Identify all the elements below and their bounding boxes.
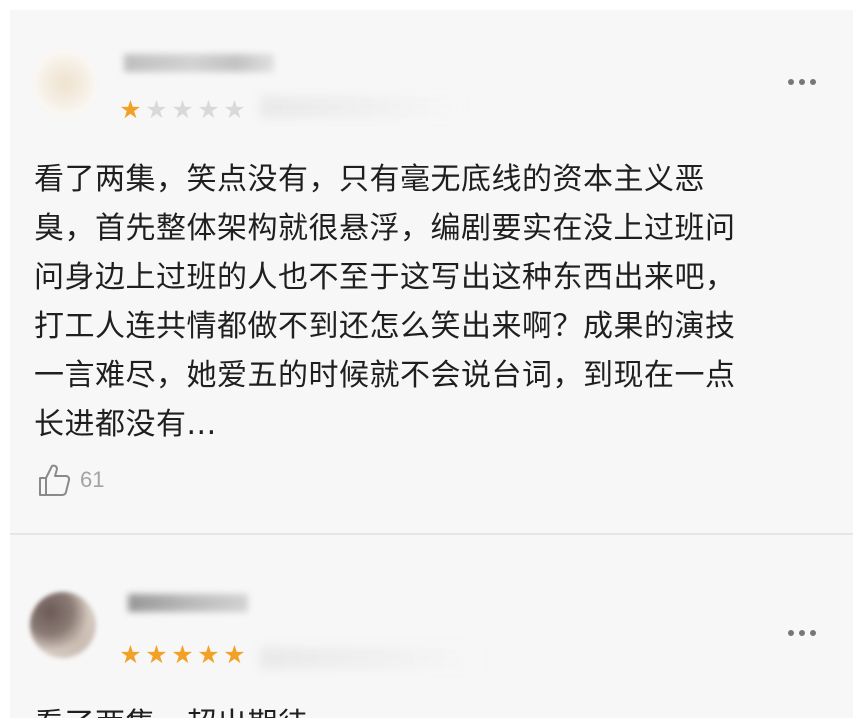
like-count: 61 — [80, 467, 105, 492]
review-text-line: 一言难尽，她爱五的时候就不会说台词，到现在一点 — [34, 358, 736, 393]
star-filled-icon: ★ — [197, 640, 220, 669]
blurred-date — [260, 647, 480, 669]
blurred-username — [124, 54, 274, 72]
star-filled-icon: ★ — [119, 95, 142, 124]
more-dot — [799, 630, 805, 636]
review-text: 看了两集，笑点没有，只有毫无底线的资本主义恶 臭，首先整体架构就很悬浮，编剧要实… — [34, 155, 834, 449]
review-text-line: 长进都没有... — [34, 407, 217, 442]
review-text-line: 看了两集，笑点没有，只有毫无底线的资本主义恶 — [34, 162, 705, 197]
star-filled-icon: ★ — [223, 640, 246, 669]
star-filled-icon: ★ — [171, 640, 194, 669]
blurred-date — [260, 96, 460, 118]
like-button[interactable]: 61 — [36, 462, 104, 498]
review-card: ★★★★★ 看了两集，超出期待 — [10, 537, 853, 718]
star-rating: ★ ★ ★ ★ ★ — [118, 97, 247, 122]
blurred-username — [128, 594, 248, 612]
review-text-line: 臭，首先整体架构就很悬浮，编剧要实在没上过班问 — [34, 211, 736, 246]
star-empty-icon: ★ — [223, 95, 246, 124]
more-dots-icon[interactable] — [782, 72, 822, 92]
more-dots-icon[interactable] — [782, 623, 822, 643]
review-text-line: 打工人连共情都做不到还怎么笑出来啊？成果的演技 — [34, 309, 736, 344]
star-filled-icon: ★ — [145, 640, 168, 669]
review-card: ★ ★ ★ ★ ★ 看了两集，笑点没有，只有毫无底线的资本主义恶 臭，首先整体架构就很悬… — [10, 10, 853, 533]
star-empty-icon: ★ — [197, 95, 220, 124]
more-dot — [810, 79, 816, 85]
more-dot — [799, 79, 805, 85]
star-empty-icon: ★ — [145, 95, 168, 124]
star-filled-icon: ★ — [119, 640, 142, 669]
more-dot — [788, 79, 794, 85]
review-text: 看了两集，超出期待 — [34, 705, 309, 718]
review-text-line: 问身边上过班的人也不至于这写出这种东西出来吧， — [34, 260, 736, 295]
thumbs-up-icon — [39, 464, 71, 496]
divider — [10, 533, 853, 535]
review-list: ★ ★ ★ ★ ★ 看了两集，笑点没有，只有毫无底线的资本主义恶 臭，首先整体架构就很悬… — [10, 10, 853, 718]
more-dot — [788, 630, 794, 636]
avatar[interactable] — [30, 592, 96, 658]
star-rating: ★ ★ ★ ★ ★ — [118, 642, 247, 667]
more-dot — [810, 630, 816, 636]
star-empty-icon: ★ — [171, 95, 194, 124]
avatar[interactable] — [32, 50, 98, 116]
